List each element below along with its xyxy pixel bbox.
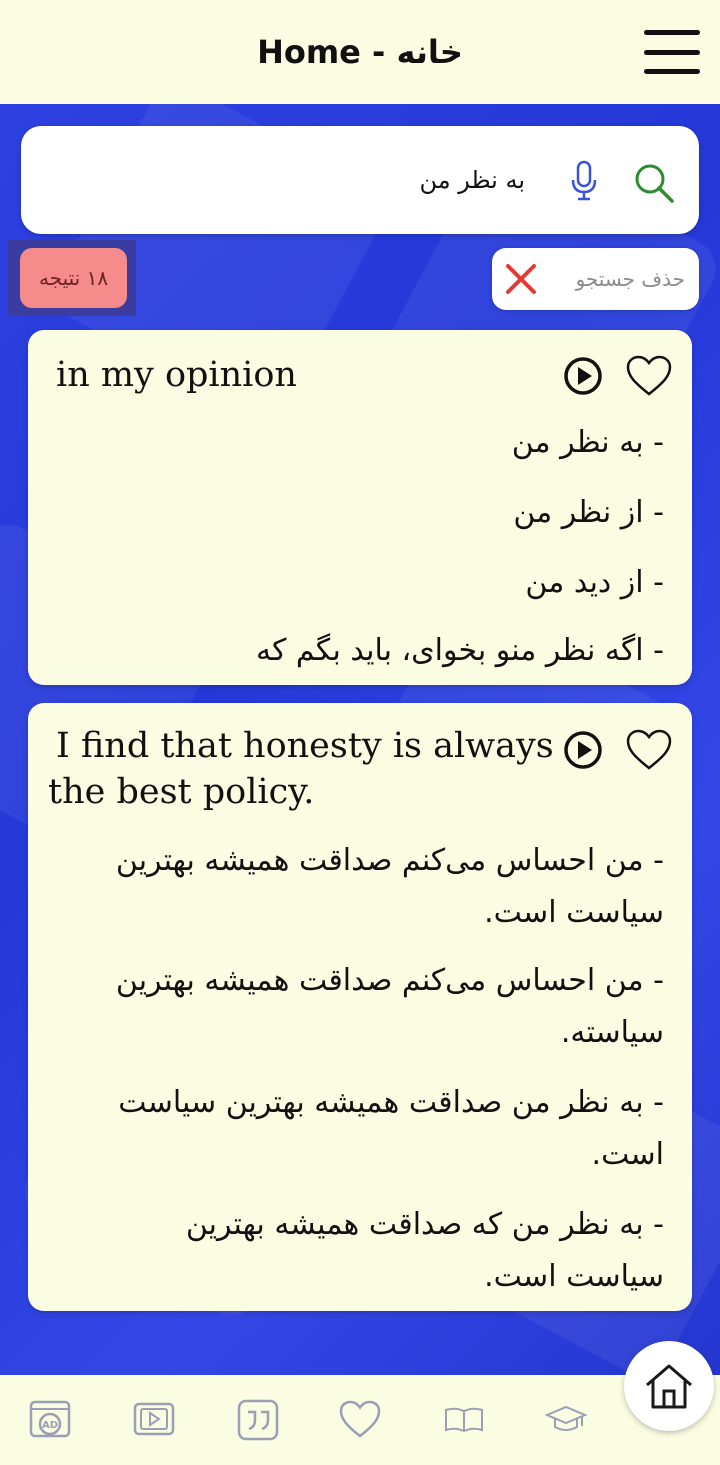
translation-item-line2: است. [591,1137,664,1172]
page-title: Home - خانه [257,33,463,71]
clear-search-button[interactable]: حذف جستجو [492,248,699,310]
heart-icon[interactable] [338,1398,382,1442]
ad-icon[interactable]: AD [28,1398,72,1442]
microphone-icon[interactable] [569,160,599,202]
translation-item-line2: سیاست است. [484,895,664,930]
translation-item-line1: - من احساس می‌کنم صداقت همیشه بهترین [115,843,664,878]
bottom-navigation: AD [0,1375,720,1465]
english-phrase: in my opinion [56,355,297,395]
translation-item-line1: - به نظر من که صداقت همیشه بهترین [185,1207,664,1242]
translation-item: - از دید من [525,565,664,600]
translation-item: - از نظر من [513,495,664,530]
translation-item-line2: سیاست است. [484,1259,664,1294]
translation-item: - به نظر من [511,425,664,460]
clear-search-label: حذف جستجو [575,267,685,291]
phrase-card[interactable]: in my opinion - به نظر من - از نظر من - … [28,330,692,685]
search-icon[interactable] [633,162,675,204]
search-bar[interactable]: به نظر من [21,126,699,234]
quote-icon[interactable] [236,1398,280,1442]
play-icon[interactable] [563,730,603,770]
favorite-heart-icon[interactable] [625,728,673,772]
video-icon[interactable] [132,1398,176,1442]
translation-item-line2: سیاسته. [560,1015,664,1050]
english-phrase-line2: the best policy. [48,772,315,812]
phrase-card[interactable]: I find that honesty is always the best p… [28,703,692,1311]
favorite-heart-icon[interactable] [625,354,673,398]
home-icon [646,1364,692,1409]
results-badge-frame: ۱۸ نتیجه [8,240,136,316]
translation-item-line1: - به نظر من صداقت همیشه بهترین سیاست [118,1085,664,1120]
results-count-badge: ۱۸ نتیجه [20,248,127,308]
translation-item-line1: - من احساس می‌کنم صداقت همیشه بهترین [115,963,664,998]
english-phrase-line1: I find that honesty is always [56,726,554,766]
close-icon [506,264,536,294]
menu-icon[interactable] [644,30,700,74]
book-icon[interactable] [442,1398,486,1442]
svg-text:AD: AD [42,1420,58,1431]
top-bar: Home - خانه [0,0,720,104]
graduation-cap-icon[interactable] [544,1398,588,1442]
play-icon[interactable] [563,356,603,396]
search-input[interactable]: به نظر من [419,126,525,234]
home-button[interactable] [624,1341,714,1431]
translation-item: - اگه نظر منو بخوای، باید بگم که [256,633,664,668]
